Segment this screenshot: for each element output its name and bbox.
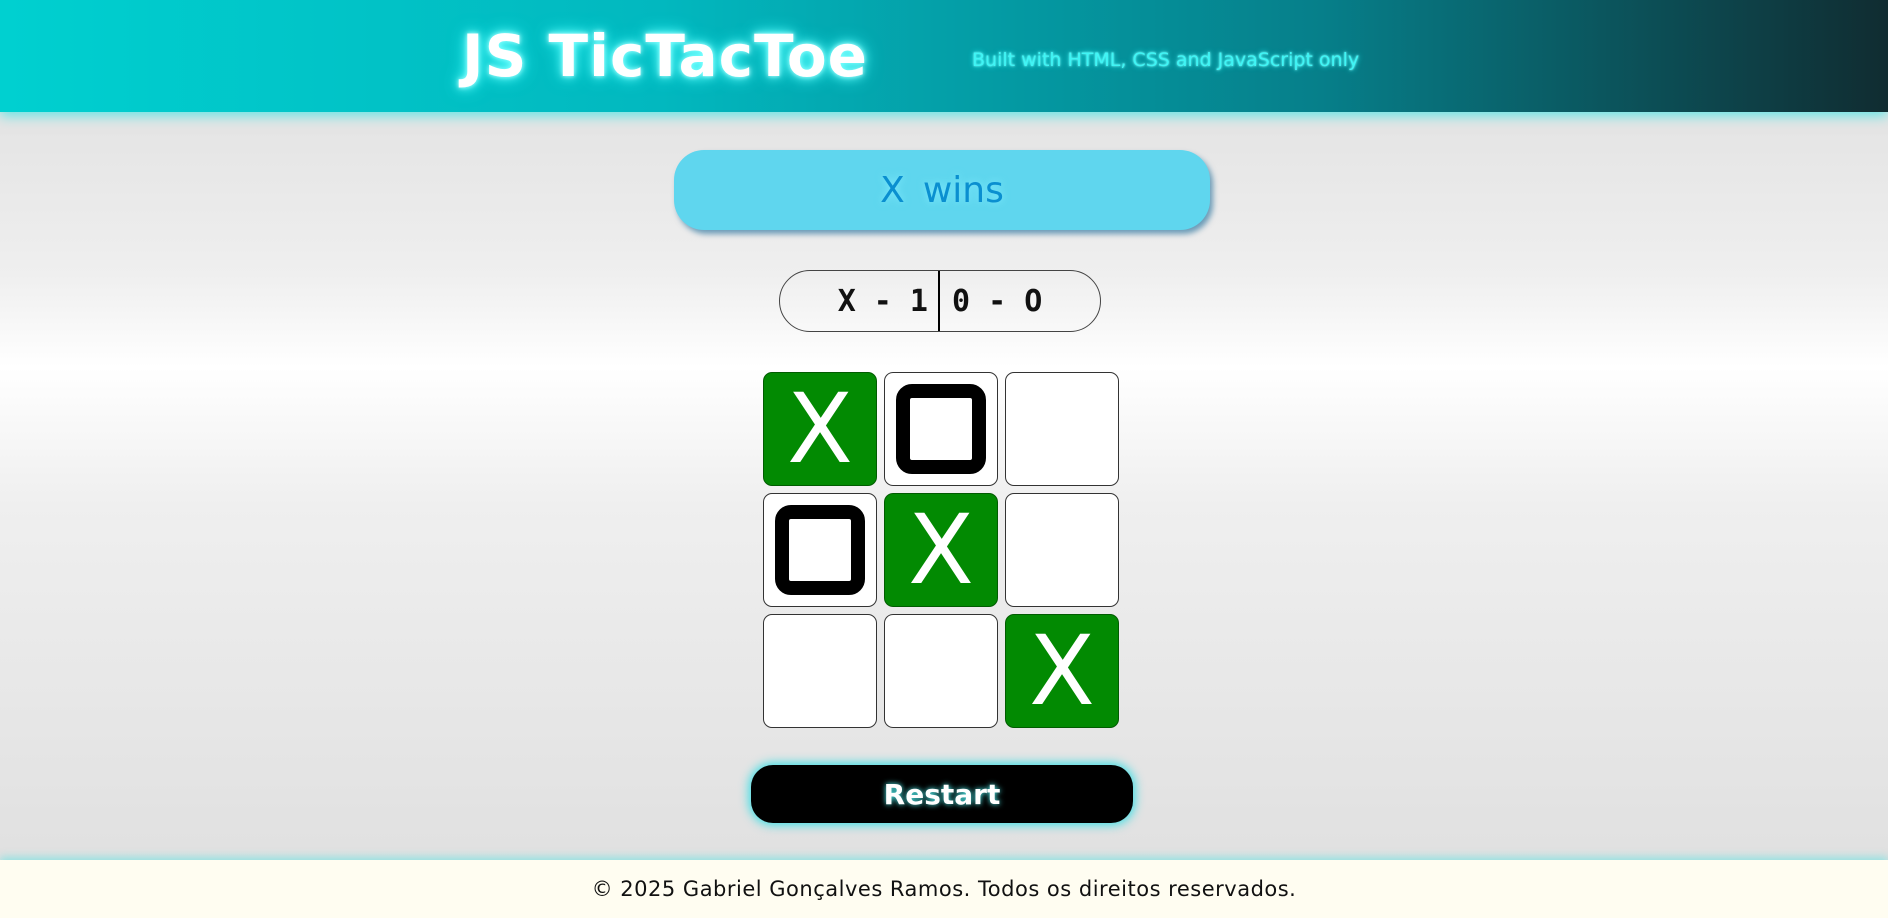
x-mark: X [787, 373, 853, 485]
app-subtitle: Built with HTML, CSS and JavaScript only [972, 49, 1360, 71]
board-cell-1[interactable] [884, 372, 998, 486]
x-mark: X [1029, 615, 1095, 727]
score-x: X - 1 [780, 271, 940, 331]
board-cell-2[interactable] [1005, 372, 1119, 486]
game-status: X wins [674, 150, 1210, 230]
status-text: wins [922, 169, 1004, 211]
board-cell-0[interactable]: X [763, 372, 877, 486]
restart-button[interactable]: Restart [751, 765, 1133, 823]
board-cell-6[interactable] [763, 614, 877, 728]
copyright-text: © 2025 Gabriel Gonçalves Ramos. Todos os… [591, 877, 1297, 901]
board-cell-8[interactable]: X [1005, 614, 1119, 728]
scoreboard: X - 1 0 - O [779, 270, 1101, 332]
board-cell-3[interactable] [763, 493, 877, 607]
x-mark: X [908, 494, 974, 606]
board-cell-4[interactable]: X [884, 493, 998, 607]
score-o: 0 - O [952, 283, 1043, 319]
footer: © 2025 Gabriel Gonçalves Ramos. Todos os… [0, 860, 1888, 918]
board-cell-7[interactable] [884, 614, 998, 728]
game-board: XXX [763, 372, 1120, 729]
o-mark [775, 505, 865, 595]
app-title: JS TicTacToe [462, 22, 869, 90]
board-cell-5[interactable] [1005, 493, 1119, 607]
header: JS TicTacToe Built with HTML, CSS and Ja… [0, 0, 1888, 112]
status-player: X [880, 169, 905, 211]
o-mark [896, 384, 986, 474]
